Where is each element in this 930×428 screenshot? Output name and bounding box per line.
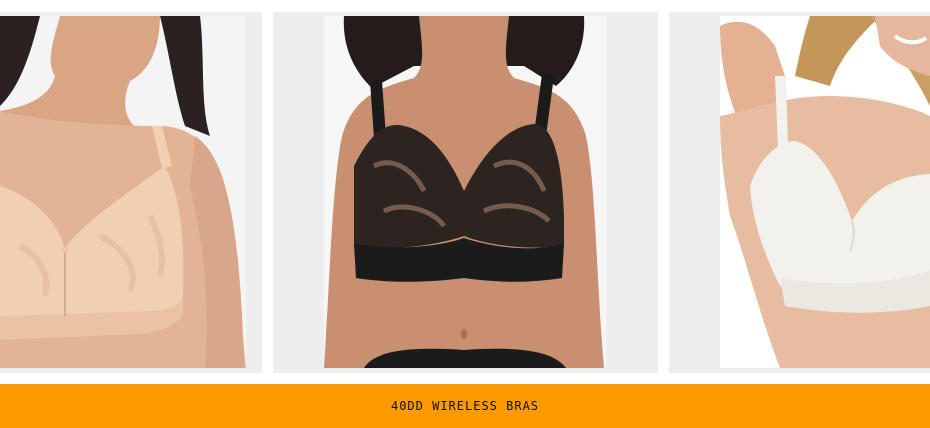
product-card-black-bra[interactable] xyxy=(273,12,658,373)
ivory-bra-photo xyxy=(720,16,930,368)
product-image-nude-bra[interactable] xyxy=(0,16,246,368)
product-card-ivory-bra[interactable] xyxy=(669,12,930,373)
product-image-black-bra[interactable] xyxy=(324,16,606,368)
category-banner-button[interactable]: 40DD WIRELESS BRAS xyxy=(0,384,930,428)
category-banner-label: 40DD WIRELESS BRAS xyxy=(390,399,540,413)
black-bra-photo xyxy=(324,16,606,368)
product-card-nude-bra[interactable] xyxy=(0,12,262,373)
nude-bra-photo xyxy=(0,16,246,368)
product-image-ivory-bra[interactable] xyxy=(720,16,930,368)
product-gallery xyxy=(0,0,930,378)
